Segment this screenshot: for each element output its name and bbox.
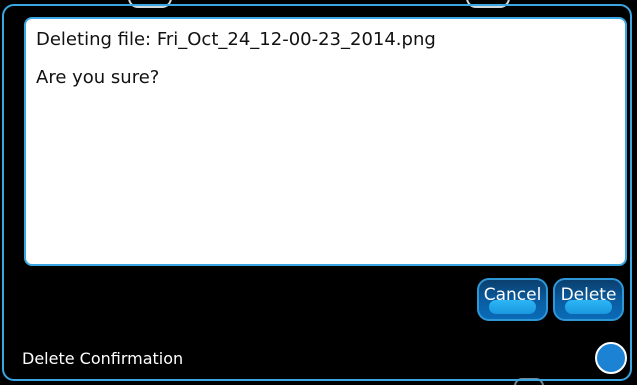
message-box: Deleting file: Fri_Oct_24_12-00-23_2014.… [24,17,627,266]
screen: Deleting file: Fri_Oct_24_12-00-23_2014.… [0,0,637,385]
delete-filename-text: Deleting file: Fri_Oct_24_12-00-23_2014.… [36,29,436,50]
confirmation-question: Are you sure? [36,67,160,88]
delete-button[interactable]: Delete [553,278,624,321]
status-circle-icon[interactable] [595,342,627,374]
delete-button-label: Delete [560,285,617,305]
cancel-button-label: Cancel [483,285,542,305]
cancel-button[interactable]: Cancel [477,278,548,321]
status-title: Delete Confirmation [22,349,184,368]
